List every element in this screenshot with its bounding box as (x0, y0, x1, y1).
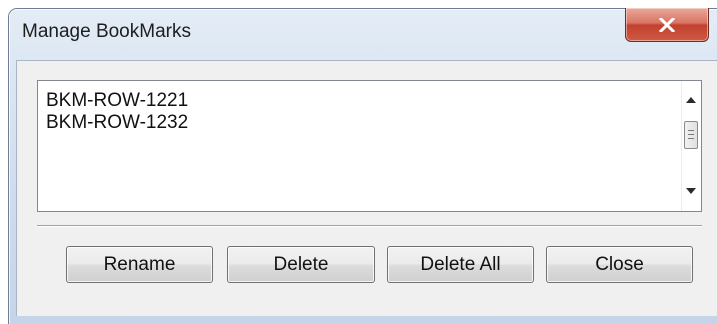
grip-line (688, 134, 694, 135)
scroll-up-arrow-icon[interactable] (686, 97, 696, 103)
list-item[interactable]: BKM-ROW-1232 (46, 112, 188, 134)
window-close-button[interactable] (625, 8, 709, 42)
delete-button[interactable]: Delete (227, 246, 375, 283)
close-button[interactable]: Close (546, 246, 693, 283)
list-item[interactable]: BKM-ROW-1221 (46, 90, 188, 112)
grip-line (688, 130, 694, 131)
scroll-thumb[interactable] (684, 121, 698, 149)
bookmark-listbox[interactable]: BKM-ROW-1221 BKM-ROW-1232 (37, 80, 702, 212)
close-icon (659, 17, 675, 32)
grip-line (688, 138, 694, 139)
scroll-down-arrow-icon[interactable] (686, 188, 696, 194)
separator-line (37, 225, 702, 227)
delete-all-button[interactable]: Delete All (387, 246, 534, 283)
rename-button[interactable]: Rename (66, 246, 213, 283)
window-title: Manage BookMarks (22, 21, 191, 42)
vertical-scrollbar[interactable] (681, 81, 701, 211)
